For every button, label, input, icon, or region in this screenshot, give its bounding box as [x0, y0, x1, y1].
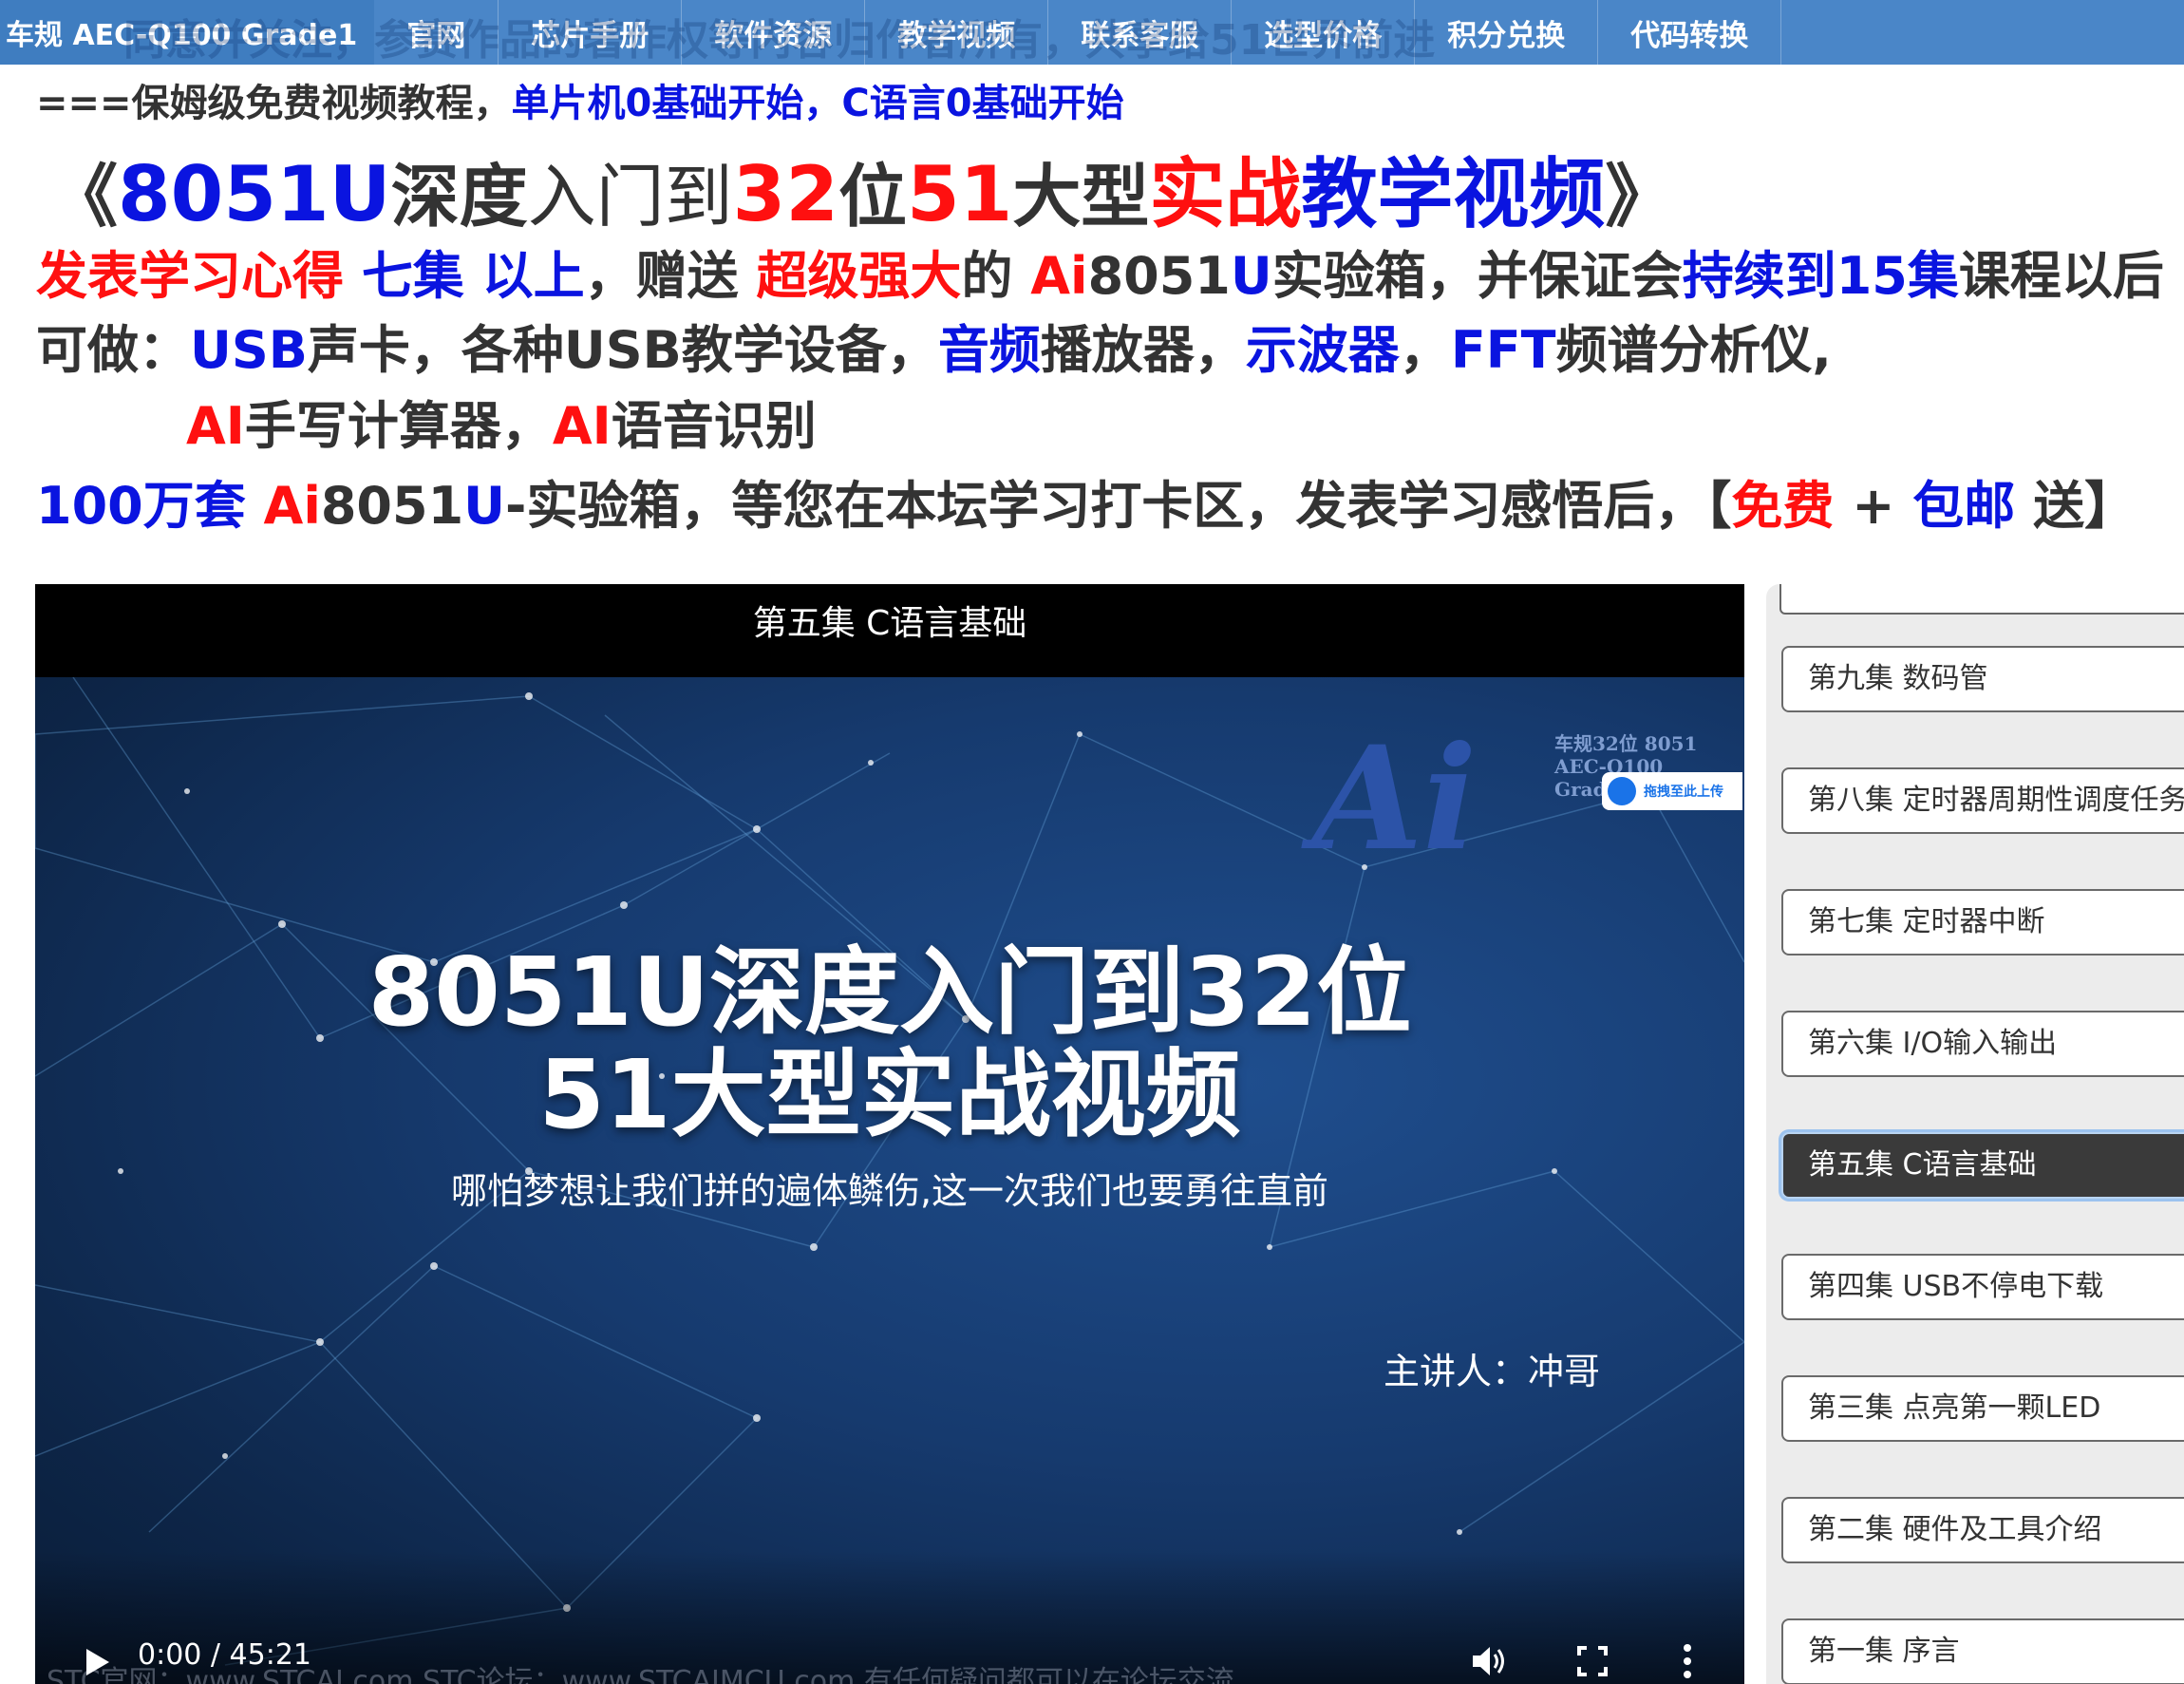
- nav-item-points-exchange[interactable]: 积分兑换: [1415, 0, 1599, 65]
- nav-item-software[interactable]: 软件资源: [682, 0, 866, 65]
- ai-logo: Ai: [1312, 715, 1478, 882]
- promo-line-3: 发表学习心得 七集 以上，赠送 超级强大的 Ai8051U实验箱，并保证会持续到…: [36, 234, 2164, 309]
- promo-text: 可做：: [36, 320, 190, 380]
- episode-item[interactable]: 第九集 数码管: [1781, 646, 2184, 712]
- video-poster: Ai 车规32位 8051 AEC-Q100 Grade1 拖拽至此上传 805…: [35, 677, 1744, 1684]
- nav-item-pricing[interactable]: 选型价格: [1232, 0, 1416, 65]
- promo-highlight: 51: [907, 150, 1013, 238]
- promo-highlight: 32: [732, 150, 838, 238]
- episode-item[interactable]: 第一集 序言: [1781, 1618, 2184, 1684]
- promo-highlight: 包邮: [1912, 476, 2016, 536]
- cloud-icon: [1608, 777, 1636, 805]
- promo-text: 8051: [1087, 246, 1231, 306]
- poster-title-line: 8051U深度入门到32位: [367, 937, 1412, 1048]
- promo-highlight: 100万套: [36, 476, 264, 536]
- promo-highlight: FFT: [1450, 320, 1556, 380]
- promo-highlight: 免费: [1731, 476, 1835, 536]
- episode-item[interactable]: 第七集 定时器中断: [1781, 889, 2184, 956]
- nav-item-tutorial-videos[interactable]: 教学视频: [865, 0, 1049, 65]
- episode-item[interactable]: 第四集 USB不停电下载: [1781, 1254, 2184, 1320]
- promo-text: 位: [838, 157, 908, 237]
- promo-text: 频谱分析仪,: [1555, 320, 1832, 380]
- nav-item-contact-support[interactable]: 联系客服: [1048, 0, 1233, 65]
- promo-text: 》: [1605, 157, 1674, 237]
- promo-text: +: [1834, 476, 1913, 536]
- poster-subtitle: 哪怕梦想让我们拼的遍体鳞伤,这一次我们也要勇往直前: [450, 1170, 1329, 1212]
- promo-highlight: Ai: [1030, 246, 1088, 306]
- episode-item[interactable]: 第八集 定时器周期性调度任务: [1781, 767, 2184, 834]
- promo-highlight: AI: [552, 396, 612, 456]
- logo-sub-line: 车规32位 8051: [1554, 732, 1698, 755]
- promo-line-6: 100万套 Ai8051U-实验箱，等您在本坛学习打卡区，发表学习感悟后，【免费…: [36, 464, 2136, 539]
- nav-item-official-site[interactable]: 官网: [374, 0, 499, 65]
- promo-highlight: 单片机0基础开始，C语言0基础开始: [511, 82, 1124, 125]
- top-navbar: 同意并关注，参赛作品的著作权等内容归作者所有，共享给51世界前进 车规 AEC-…: [0, 0, 2184, 65]
- promo-highlight: 七集 以上: [361, 246, 585, 306]
- nav-item-chip-manual[interactable]: 芯片手册: [499, 0, 683, 65]
- episode-item[interactable]: 第二集 硬件及工具介绍: [1781, 1497, 2184, 1563]
- promo-highlight: 音频: [937, 320, 1041, 380]
- promo-text: 8051: [320, 476, 464, 536]
- time-display: 0:00 / 45:21: [138, 1638, 312, 1672]
- promo-highlight: 实战: [1149, 150, 1302, 238]
- upload-badge[interactable]: 拖拽至此上传: [1602, 772, 1742, 810]
- promo-highlight: 教学视频: [1301, 150, 1606, 238]
- promo-text: 手写计算器，: [244, 396, 553, 456]
- episode-item-partial[interactable]: [1779, 584, 2184, 615]
- promo-text: 语音识别: [611, 396, 817, 456]
- promo-text: 送】: [2015, 476, 2137, 536]
- upload-badge-label: 拖拽至此上传: [1644, 785, 1723, 800]
- promo-text: 播放器，: [1040, 320, 1246, 380]
- promo-text: -实验箱，等您在本坛学习打卡区，发表学习感悟后，【: [505, 476, 1732, 536]
- volume-icon[interactable]: [1469, 1642, 1511, 1680]
- promo-headline: 《8051U深度入门到32位51大型实战教学视频》: [49, 133, 1673, 243]
- episode-item-active[interactable]: 第五集 C语言基础: [1781, 1132, 2184, 1199]
- more-options-icon[interactable]: [1678, 1640, 1697, 1682]
- promo-line-1: ===保姆级免费视频教程，单片机0基础开始，C语言0基础开始: [36, 72, 1124, 127]
- poster-title: 8051U深度入门到32位 51大型实战视频: [35, 941, 1744, 1146]
- fullscreen-icon[interactable]: [1575, 1644, 1610, 1678]
- brand-link[interactable]: 车规 AEC-Q100 Grade1: [0, 0, 375, 65]
- promo-text: 的: [961, 246, 1031, 306]
- episode-playlist: 第九集 数码管 第八集 定时器周期性调度任务 第七集 定时器中断 第六集 I/O…: [1766, 584, 2184, 1684]
- play-icon[interactable]: [77, 1643, 115, 1681]
- promo-text: ，: [1399, 320, 1451, 380]
- promo-highlight: USB: [190, 320, 308, 380]
- video-title: 第五集 C语言基础: [752, 604, 1027, 643]
- nav-item-code-convert[interactable]: 代码转换: [1598, 0, 1782, 65]
- promo-highlight: 超级强大: [756, 246, 962, 306]
- episode-item[interactable]: 第三集 点亮第一颗LED: [1781, 1375, 2184, 1442]
- poster-title-line: 51大型实战视频: [538, 1039, 1241, 1150]
- promo-highlight: AI: [186, 396, 245, 456]
- promo-text: ===保姆级免费视频教程，: [36, 82, 512, 125]
- promo-text: ，赠送: [584, 246, 757, 306]
- promo-line-5: AI手写计算器，AI语音识别: [186, 384, 817, 459]
- promo-text: 深度: [390, 157, 528, 237]
- promo-text: 《: [49, 157, 119, 237]
- promo-text: 课程以后: [1958, 246, 2164, 306]
- promo-text: 入门到: [527, 157, 733, 237]
- promo-highlight: Ai: [263, 476, 321, 536]
- video-player[interactable]: 第五集 C语言基础 Ai 车规32位 8051 AEC-Q100 Grade1 …: [35, 584, 1744, 1684]
- presenter-credit: 主讲人：冲哥: [1384, 1351, 1601, 1392]
- episode-item[interactable]: 第六集 I/O输入输出: [1781, 1011, 2184, 1077]
- promo-highlight: 持续到15集: [1682, 246, 1959, 306]
- promo-text: 实验箱，并保证会: [1271, 246, 1683, 306]
- promo-highlight: U: [1230, 246, 1272, 306]
- promo-text: 声卡，各种USB教学设备，: [307, 320, 938, 380]
- promo-highlight: 8051U: [118, 150, 391, 238]
- promo-line-4: 可做：USB声卡，各种USB教学设备，音频播放器，示波器，FFT频谱分析仪,: [36, 308, 1832, 383]
- promo-highlight: 示波器: [1245, 320, 1400, 380]
- promo-text: 大型: [1012, 157, 1150, 237]
- promo-highlight: 发表学习心得: [36, 246, 362, 306]
- promo-highlight: U: [463, 476, 505, 536]
